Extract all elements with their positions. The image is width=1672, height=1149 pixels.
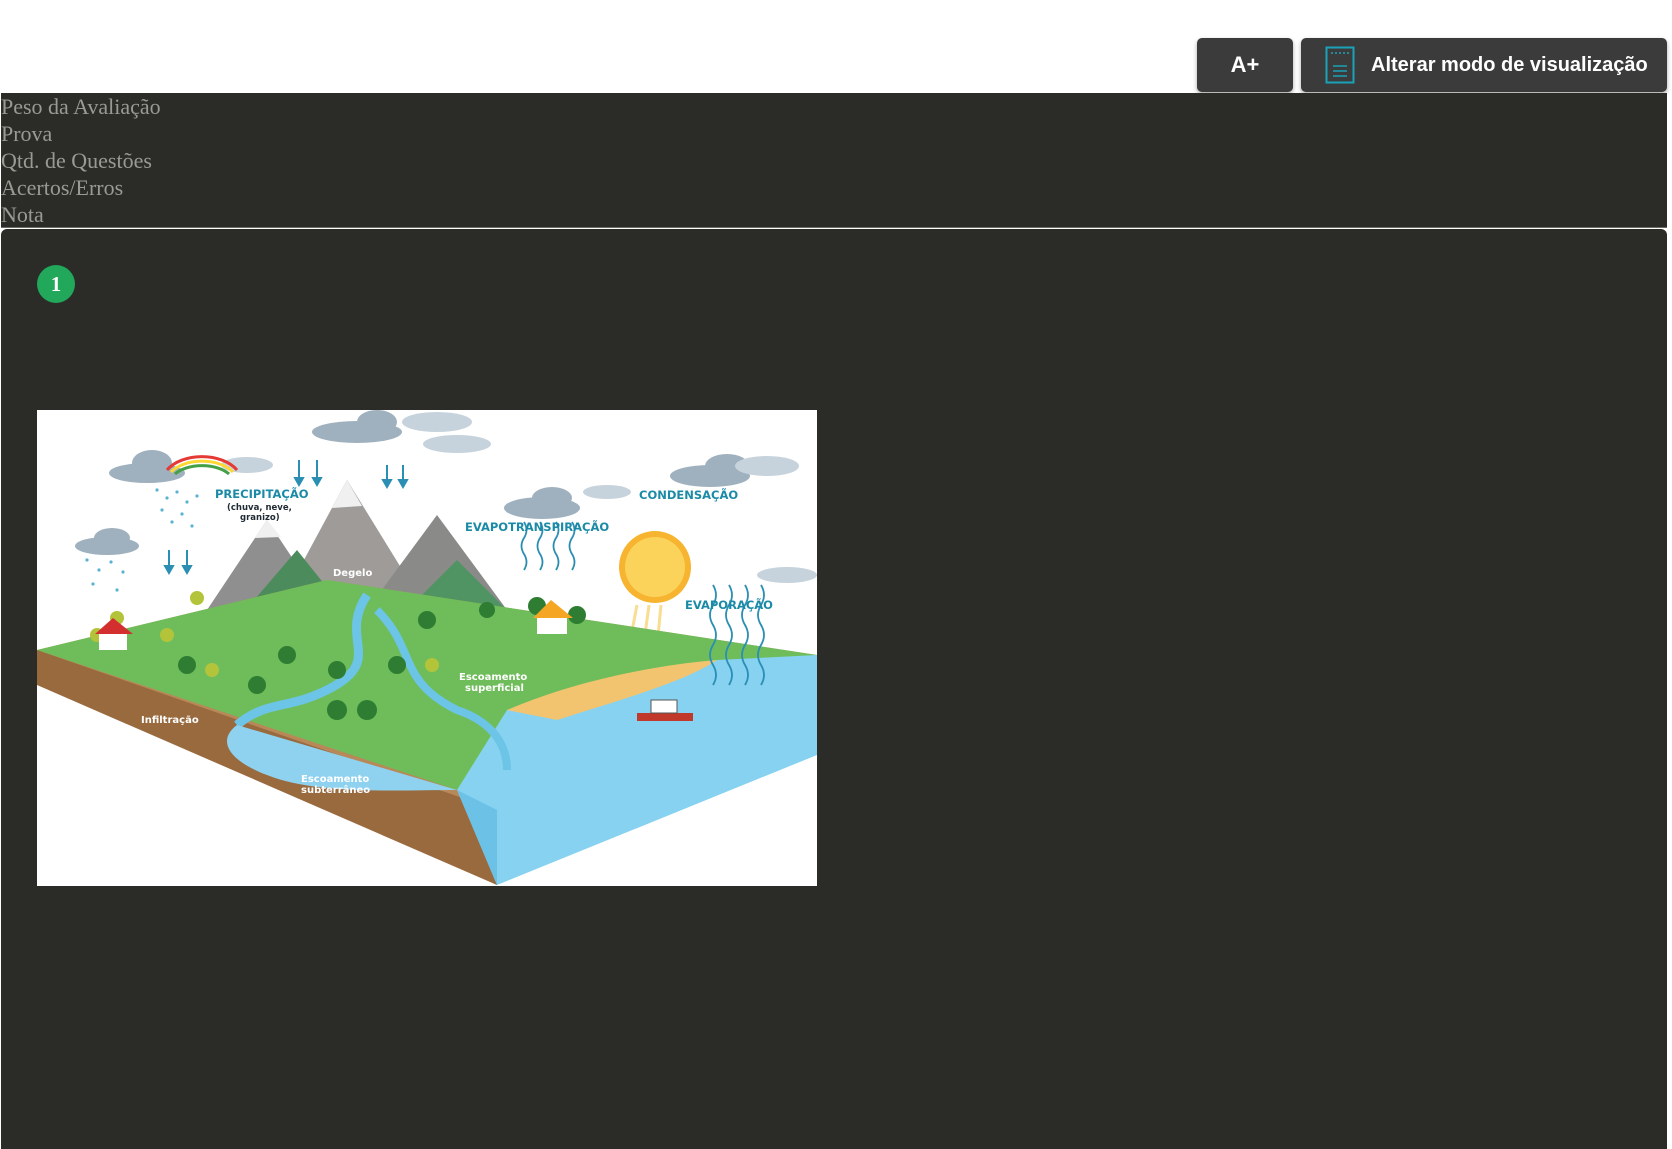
- label-precipitacao-sub1: (chuva, neve,: [227, 503, 292, 513]
- label-degelo: Degelo: [333, 568, 372, 579]
- water-cycle-illustration: PRECIPITAÇÃO (chuva, neve, granizo) COND…: [37, 410, 817, 886]
- change-view-mode-button[interactable]: Alterar modo de visualização: [1301, 38, 1667, 92]
- evaluation-summary: Peso da Avaliação Prova Qtd. de Questões…: [1, 93, 1667, 228]
- increase-font-button[interactable]: A+: [1197, 38, 1293, 92]
- label-condensacao: CONDENSAÇÃO: [639, 487, 738, 502]
- document-icon: [1325, 46, 1355, 84]
- label-escoamento-subterraneo-2: subterrâneo: [301, 784, 370, 796]
- label-precipitacao-sub2: granizo): [240, 513, 280, 523]
- label-escoamento-superficial-1: Escoamento: [459, 672, 527, 683]
- label-evapotranspiracao: EVAPOTRANSPIRAÇÃO: [465, 519, 609, 534]
- summary-weight: Peso da Avaliação: [1, 94, 161, 119]
- summary-grade: Nota: [1, 202, 44, 227]
- question-panel: 1 PRECIPITAÇÃO (chuva, neve, granizo) CO…: [1, 229, 1667, 1149]
- change-view-mode-label: Alterar modo de visualização: [1371, 53, 1648, 76]
- increase-font-label: A+: [1230, 52, 1260, 77]
- top-toolbar: A+ Alterar modo de visualização: [0, 0, 1672, 93]
- label-escoamento-superficial-2: superficial: [465, 683, 524, 694]
- question-number-badge: 1: [37, 265, 75, 303]
- summary-correct-wrong: Acertos/Erros: [1, 175, 124, 200]
- label-precipitacao: PRECIPITAÇÃO: [215, 486, 309, 501]
- summary-exam: Prova: [1, 121, 53, 146]
- label-infiltracao: Infiltração: [141, 715, 199, 726]
- label-evaporacao: EVAPORAÇÃO: [685, 597, 773, 612]
- summary-question-count: Qtd. de Questões: [1, 148, 152, 173]
- label-escoamento-subterraneo-1: Escoamento: [301, 774, 369, 785]
